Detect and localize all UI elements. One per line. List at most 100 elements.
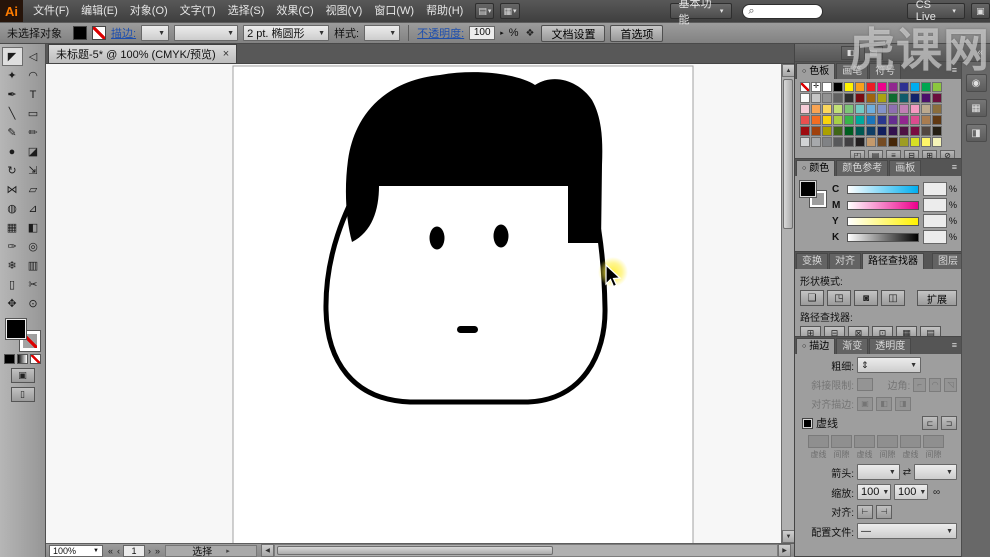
tab-color[interactable]: ○颜色 — [796, 160, 835, 176]
tab-artboards[interactable]: 画板 — [889, 160, 921, 176]
channel-slider[interactable] — [847, 233, 919, 242]
dash-value-field[interactable] — [831, 435, 852, 448]
menu-item[interactable]: 对象(O) — [124, 0, 174, 22]
swap-arrowheads-icon[interactable]: ⇄ — [903, 467, 911, 478]
swatch[interactable] — [800, 137, 810, 147]
first-artboard-icon[interactable]: « — [107, 546, 114, 556]
swatch[interactable] — [910, 82, 920, 92]
swatch[interactable] — [844, 137, 854, 147]
tab-align[interactable]: 对齐 — [829, 253, 861, 269]
horizontal-scroll-track[interactable] — [274, 544, 778, 557]
selection-tool[interactable]: ◤ — [2, 47, 23, 66]
workspace-switcher-button[interactable]: 基本功能▾ — [670, 3, 733, 19]
hand-tool[interactable]: ✥ — [2, 294, 23, 313]
swatch[interactable] — [921, 104, 931, 114]
dash-value-field[interactable] — [923, 435, 944, 448]
type-tool[interactable]: T — [23, 85, 44, 104]
swatch[interactable] — [866, 93, 876, 103]
preserve-dashes-icon[interactable]: ⊏ — [922, 416, 938, 430]
align-dashes-icon[interactable]: ⊐ — [941, 416, 957, 430]
unite-button[interactable]: ❑ — [800, 290, 824, 306]
arrange-documents-icon[interactable]: ▤▾ — [475, 3, 494, 19]
swatch[interactable] — [921, 82, 931, 92]
swatch[interactable] — [855, 137, 865, 147]
new-color-group-icon[interactable]: ⊟ — [904, 150, 919, 158]
swatch[interactable] — [932, 137, 942, 147]
trim-button[interactable]: ⊟ — [824, 326, 845, 336]
app-bar-panel-icon[interactable]: ▣ — [971, 3, 990, 19]
swatch[interactable] — [822, 82, 832, 92]
swatch[interactable] — [877, 104, 887, 114]
artboard-number-field[interactable]: 1 — [123, 545, 145, 557]
swatch[interactable] — [910, 93, 920, 103]
next-artboard-icon[interactable]: › — [147, 546, 152, 556]
dock-list-icon[interactable]: ▤ — [864, 46, 883, 60]
menu-item[interactable]: 视图(V) — [320, 0, 369, 22]
swatch[interactable] — [822, 126, 832, 136]
symbol-sprayer-tool[interactable]: ❄ — [2, 256, 23, 275]
magic-wand-tool[interactable]: ✦ — [2, 66, 23, 85]
select-similar-icon[interactable]: ❖ — [523, 28, 536, 39]
swatch[interactable] — [833, 93, 843, 103]
slice-tool[interactable]: ✂ — [23, 275, 44, 294]
tab-pathfinder[interactable]: 路径查找器 — [862, 253, 924, 269]
horizontal-scrollbar[interactable]: ◀ ▶ — [261, 544, 791, 557]
swatch[interactable] — [888, 115, 898, 125]
dash-value-field[interactable] — [854, 435, 875, 448]
last-artboard-icon[interactable]: » — [154, 546, 161, 556]
width-profile-combo[interactable]: —▼ — [857, 523, 957, 539]
rectangle-tool[interactable]: ▭ — [23, 104, 44, 123]
swatch[interactable] — [921, 126, 931, 136]
prev-artboard-icon[interactable]: ‹ — [116, 546, 121, 556]
swatch[interactable] — [899, 82, 909, 92]
swatch[interactable] — [855, 126, 865, 136]
swatch[interactable] — [888, 82, 898, 92]
style-combo[interactable]: ▼ — [364, 25, 400, 41]
arrow-scale-end-field[interactable]: 100▼ — [894, 484, 928, 500]
pen-tool[interactable]: ✒ — [2, 85, 23, 104]
paintbrush-tool[interactable]: ✎ — [2, 123, 23, 142]
intersect-button[interactable]: ◙ — [854, 290, 878, 306]
swatch[interactable] — [910, 137, 920, 147]
swatch[interactable] — [800, 82, 810, 92]
swatch[interactable] — [855, 104, 865, 114]
swatch[interactable] — [844, 82, 854, 92]
swatch[interactable] — [866, 104, 876, 114]
expand-button[interactable]: 扩展 — [917, 290, 957, 306]
swatch[interactable] — [866, 137, 876, 147]
swatch[interactable] — [822, 93, 832, 103]
align-arrow-tip-icon[interactable]: ⊢ — [857, 505, 873, 519]
swatch[interactable] — [877, 126, 887, 136]
tab-transparency[interactable]: 透明度 — [869, 338, 911, 354]
cs-live-button[interactable]: CS Live▾ — [907, 3, 965, 19]
swatch[interactable] — [855, 115, 865, 125]
channel-value-field[interactable] — [923, 198, 947, 212]
dashed-line-checkbox[interactable] — [802, 418, 813, 429]
swatch[interactable] — [877, 115, 887, 125]
artboard-tool[interactable]: ▯ — [2, 275, 23, 294]
swatch[interactable] — [899, 126, 909, 136]
mesh-tool[interactable]: ▦ — [2, 218, 23, 237]
direct-selection-tool[interactable]: ◁ — [23, 47, 44, 66]
swatch[interactable] — [877, 137, 887, 147]
collapse-panels-icon[interactable]: « — [977, 47, 990, 58]
lasso-tool[interactable]: ◠ — [23, 66, 44, 85]
document-setup-button[interactable]: 文档设置 — [541, 25, 605, 42]
minus-back-button[interactable]: ▤ — [920, 326, 941, 336]
menu-item[interactable]: 选择(S) — [222, 0, 271, 22]
dash-value-field[interactable] — [900, 435, 921, 448]
tab-color-guide[interactable]: 颜色参考 — [836, 160, 888, 176]
pencil-tool[interactable]: ✏ — [23, 123, 44, 142]
channel-value-field[interactable] — [923, 214, 947, 228]
swatch[interactable] — [877, 93, 887, 103]
zoom-level-combo[interactable]: 100%▼ — [49, 545, 103, 557]
swatch[interactable] — [844, 115, 854, 125]
close-tab-icon[interactable]: × — [223, 48, 229, 60]
swatch[interactable] — [811, 104, 821, 114]
fill-color-swatch[interactable] — [6, 319, 26, 339]
rotate-tool[interactable]: ↻ — [2, 161, 23, 180]
swatch[interactable] — [855, 82, 865, 92]
variable-width-profile-combo[interactable]: ▼ — [174, 25, 238, 41]
swatch-kinds-icon[interactable]: ▤ — [868, 150, 883, 158]
swatch[interactable] — [932, 93, 942, 103]
